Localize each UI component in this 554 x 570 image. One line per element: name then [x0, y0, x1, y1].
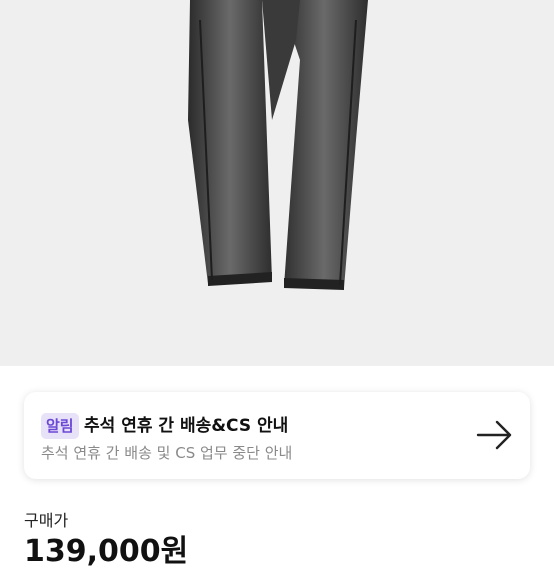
product-image[interactable]: [0, 0, 554, 366]
notice-subtitle: 추석 연휴 간 배송 및 CS 업무 중단 안내: [41, 444, 293, 462]
jeans-photo: [188, 0, 368, 290]
price-value: 139,000원: [24, 534, 189, 569]
notice-title: 추석 연휴 간 배송&CS 안내: [84, 416, 289, 436]
notice-badge: 알림: [41, 413, 79, 439]
price-label: 구매가: [24, 511, 69, 530]
arrow-right-icon[interactable]: [476, 420, 514, 450]
notice-card[interactable]: 알림 추석 연휴 간 배송&CS 안내 추석 연휴 간 배송 및 CS 업무 중…: [24, 392, 530, 479]
